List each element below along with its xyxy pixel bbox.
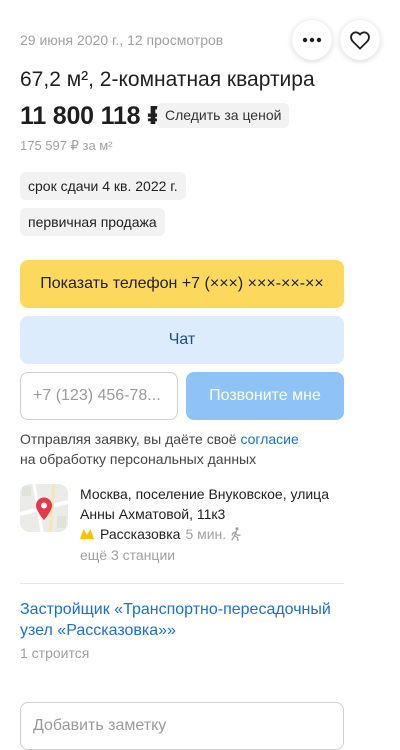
- listing-title: 67,2 м², 2-комнатная квартира: [20, 68, 315, 91]
- map-thumbnail[interactable]: [20, 484, 68, 532]
- phone-input[interactable]: [20, 372, 178, 420]
- more-stations-link[interactable]: ещё 3 станции: [80, 547, 175, 563]
- more-button[interactable]: [292, 20, 332, 60]
- consent-text: Отправляя заявку, вы даёте своё согласие…: [20, 429, 350, 469]
- metro-station[interactable]: Рассказовка: [100, 524, 180, 544]
- address-text: Москва, поселение Внуковское, улица Анны…: [80, 486, 329, 522]
- developer-link[interactable]: Застройщик «Транспортно-пересадочный узе…: [20, 599, 360, 641]
- favorite-button[interactable]: [340, 20, 380, 60]
- tag-completion-date: срок сдачи 4 кв. 2022 г.: [20, 172, 186, 200]
- developer-building-count: 1 строится: [20, 645, 90, 661]
- consent-prefix: Отправляя заявку, вы даёте своё: [20, 431, 241, 447]
- heart-icon: [349, 30, 371, 50]
- listing-meta: 29 июня 2020 г., 12 просмотров: [20, 32, 224, 48]
- chat-button[interactable]: Чат: [20, 316, 344, 364]
- divider: [20, 583, 344, 584]
- metro-icon: [80, 529, 94, 539]
- call-me-button[interactable]: Позвоните мне: [186, 372, 344, 420]
- show-phone-button[interactable]: Показать телефон +7 (×××) ×××-××-××: [20, 260, 344, 308]
- more-icon: [302, 37, 322, 43]
- consent-link[interactable]: согласие: [240, 431, 298, 447]
- listing-price: 11 800 118 ₽: [20, 102, 165, 130]
- tag-primary-sale: первичная продажа: [20, 208, 165, 236]
- consent-suffix: на обработку персональных данных: [20, 451, 257, 467]
- walk-icon: [231, 527, 241, 541]
- metro-distance: 5 мин.: [185, 526, 227, 542]
- metro-info: Рассказовка 5 мин.: [80, 524, 241, 544]
- price-per-square-meter: 175 597 ₽ за м²: [20, 138, 113, 153]
- watch-price-button[interactable]: Следить за ценой: [157, 103, 290, 128]
- add-note-input[interactable]: [20, 702, 344, 750]
